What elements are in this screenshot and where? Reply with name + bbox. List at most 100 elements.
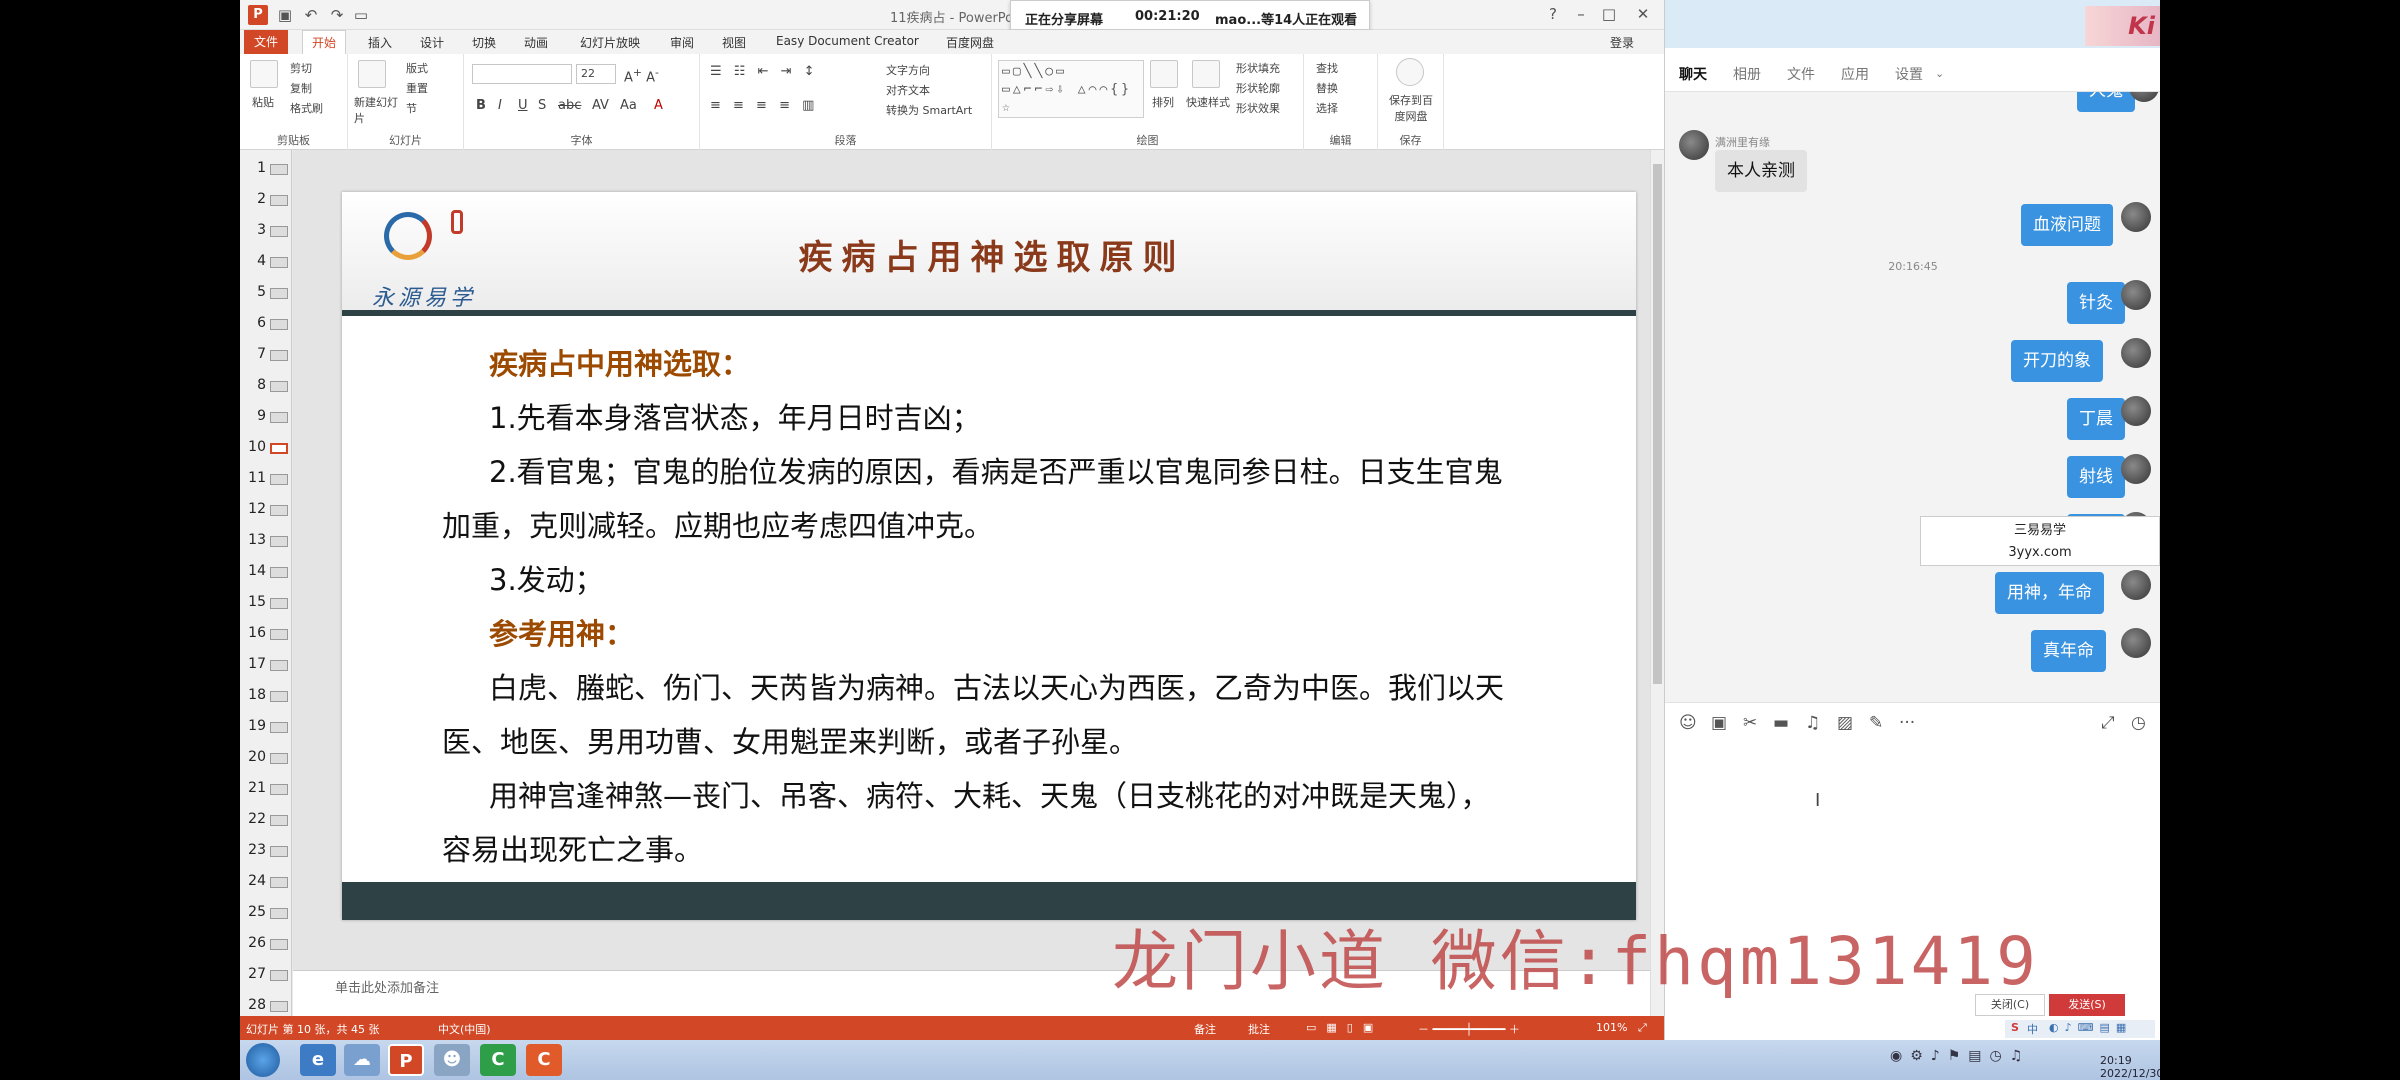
shape-fill-button[interactable]: 形状填充 bbox=[1236, 60, 1280, 76]
slide-number[interactable]: 17 bbox=[244, 656, 266, 672]
slide-number[interactable]: 20 bbox=[244, 749, 266, 765]
slide-thumbnail[interactable] bbox=[270, 1001, 288, 1012]
slide-thumbnail[interactable] bbox=[270, 164, 288, 175]
slide-thumbnail[interactable] bbox=[270, 970, 288, 981]
slide-thumbnail[interactable] bbox=[270, 319, 288, 330]
slide-number-current[interactable]: 10 bbox=[244, 439, 266, 455]
tab-album[interactable]: 相册 bbox=[1733, 64, 1761, 84]
quick-styles-button[interactable]: 快速样式 bbox=[1186, 94, 1230, 110]
italic-icon[interactable]: I bbox=[498, 98, 502, 113]
slide-number[interactable]: 18 bbox=[244, 687, 266, 703]
vertical-scrollbar[interactable] bbox=[1650, 150, 1664, 1016]
slide-thumbnail[interactable] bbox=[270, 412, 288, 423]
cut-button[interactable]: 剪切 bbox=[290, 60, 312, 76]
tab-home[interactable]: 开始 bbox=[302, 30, 346, 55]
slide-thumbnail[interactable] bbox=[270, 908, 288, 919]
slide-thumbnail[interactable] bbox=[270, 784, 288, 795]
new-slide-button[interactable]: 新建幻灯片 bbox=[354, 94, 398, 126]
slide-number[interactable]: 27 bbox=[244, 966, 266, 982]
copy-button[interactable]: 复制 bbox=[290, 80, 312, 96]
slide-thumbnail[interactable] bbox=[270, 381, 288, 392]
tab-design[interactable]: 设计 bbox=[420, 34, 444, 51]
current-slide[interactable]: 永源易学 疾病占用神选取原则 疾病占中用神选取： 1.先看本身落宫状态，年月日时… bbox=[342, 192, 1636, 920]
slide-number[interactable]: 1 bbox=[244, 160, 266, 176]
tab-review[interactable]: 审阅 bbox=[670, 34, 694, 51]
maximize-icon[interactable]: □ bbox=[1596, 3, 1622, 25]
font-name-select[interactable] bbox=[472, 64, 572, 84]
slide-thumbnail[interactable] bbox=[270, 505, 288, 516]
shadow-icon[interactable]: S bbox=[538, 98, 546, 113]
slide-thumbnail[interactable] bbox=[270, 629, 288, 640]
slide-thumbnail-current[interactable] bbox=[270, 443, 288, 454]
minimize-icon[interactable]: – bbox=[1568, 3, 1594, 25]
baidu-cloud-icon[interactable] bbox=[1396, 58, 1424, 86]
login-link[interactable]: 登录 bbox=[1610, 34, 1634, 51]
tab-insert[interactable]: 插入 bbox=[368, 34, 392, 51]
save-icon[interactable]: ▣ bbox=[276, 6, 294, 24]
spacing-icon[interactable]: AV bbox=[592, 98, 609, 113]
paste-button[interactable]: 粘贴 bbox=[252, 94, 274, 110]
zoom-level[interactable]: 101% bbox=[1596, 1021, 1627, 1034]
slide-number[interactable]: 3 bbox=[244, 222, 266, 238]
avatar[interactable] bbox=[2121, 454, 2151, 484]
quick-styles-icon[interactable] bbox=[1192, 60, 1220, 88]
slide-number[interactable]: 12 bbox=[244, 501, 266, 517]
slide-thumbnail[interactable] bbox=[270, 474, 288, 485]
slide-thumbnail[interactable] bbox=[270, 939, 288, 950]
notes-button[interactable]: 备注 bbox=[1194, 1021, 1216, 1037]
slide-thumbnail[interactable] bbox=[270, 815, 288, 826]
bold-icon[interactable]: B bbox=[476, 98, 486, 113]
slide-number[interactable]: 21 bbox=[244, 780, 266, 796]
smartart-button[interactable]: 转换为 SmartArt bbox=[886, 102, 972, 118]
redo-icon[interactable]: ↷ bbox=[328, 6, 346, 24]
qq-icon[interactable]: ☻ bbox=[434, 1044, 470, 1076]
voice-icon[interactable]: ♫ bbox=[1805, 713, 1820, 733]
replace-button[interactable]: 替换 bbox=[1316, 80, 1338, 96]
arrange-icon[interactable] bbox=[1150, 60, 1178, 88]
avatar[interactable] bbox=[2121, 570, 2151, 600]
shapes-gallery[interactable]: ▭▢╲╲○▭ ▭△⌐⌐⇨⇩ △⌒⌒{}☆ bbox=[998, 60, 1144, 118]
slide-thumbnail[interactable] bbox=[270, 226, 288, 237]
grow-font-icon[interactable]: A+ A- bbox=[624, 66, 659, 85]
slide-number[interactable]: 11 bbox=[244, 470, 266, 486]
tab-apps[interactable]: 应用 bbox=[1841, 64, 1869, 84]
slide-number[interactable]: 6 bbox=[244, 315, 266, 331]
slide-number[interactable]: 2 bbox=[244, 191, 266, 207]
avatar[interactable] bbox=[2121, 338, 2151, 368]
start-button[interactable] bbox=[246, 1043, 280, 1077]
tab-chat[interactable]: 聊天 bbox=[1679, 64, 1707, 84]
ime-mode[interactable]: 中 bbox=[2027, 1021, 2038, 1037]
format-painter-button[interactable]: 格式刷 bbox=[290, 100, 323, 116]
arrange-button[interactable]: 排列 bbox=[1152, 94, 1174, 110]
slide-number[interactable]: 4 bbox=[244, 253, 266, 269]
find-button[interactable]: 查找 bbox=[1316, 60, 1338, 76]
slide-number[interactable]: 23 bbox=[244, 842, 266, 858]
system-tray-icons[interactable]: ◉⚙♪⚑▤◷♫ bbox=[1890, 1048, 2030, 1064]
slide-title[interactable]: 疾病占用神选取原则 bbox=[742, 230, 1242, 279]
select-button[interactable]: 选择 bbox=[1316, 100, 1338, 116]
slide-thumbnail[interactable] bbox=[270, 567, 288, 578]
chevron-down-icon[interactable]: ⌄ bbox=[1935, 67, 1944, 80]
recorder-icon[interactable]: C bbox=[526, 1044, 562, 1076]
strikethrough-icon[interactable]: abc bbox=[558, 98, 581, 113]
shake-icon[interactable]: ✎ bbox=[1869, 713, 1883, 733]
scissors-icon[interactable]: ✂ bbox=[1743, 713, 1757, 733]
slide-number[interactable]: 22 bbox=[244, 811, 266, 827]
avatar[interactable] bbox=[1679, 130, 1709, 160]
reset-button[interactable]: 重置 bbox=[406, 80, 428, 96]
avatar[interactable] bbox=[2121, 280, 2151, 310]
text-direction-button[interactable]: 文字方向 bbox=[886, 62, 930, 78]
start-slideshow-icon[interactable]: ▭ bbox=[352, 6, 370, 24]
powerpoint-taskbar-icon[interactable]: P bbox=[388, 1044, 424, 1076]
tab-slideshow[interactable]: 幻灯片放映 bbox=[580, 34, 640, 51]
slide-thumbnail[interactable] bbox=[270, 350, 288, 361]
slide-thumbnail[interactable] bbox=[270, 660, 288, 671]
tab-file[interactable]: 文件 bbox=[244, 30, 288, 54]
tab-settings[interactable]: 设置 bbox=[1895, 64, 1923, 84]
align-text-button[interactable]: 对齐文本 bbox=[886, 82, 930, 98]
baidu-cloud-icon[interactable]: ☁ bbox=[344, 1044, 380, 1076]
slide-thumbnail[interactable] bbox=[270, 288, 288, 299]
slide-number[interactable]: 7 bbox=[244, 346, 266, 362]
gif-icon[interactable]: ▣ bbox=[1711, 713, 1727, 733]
undo-icon[interactable]: ↶ bbox=[302, 6, 320, 24]
